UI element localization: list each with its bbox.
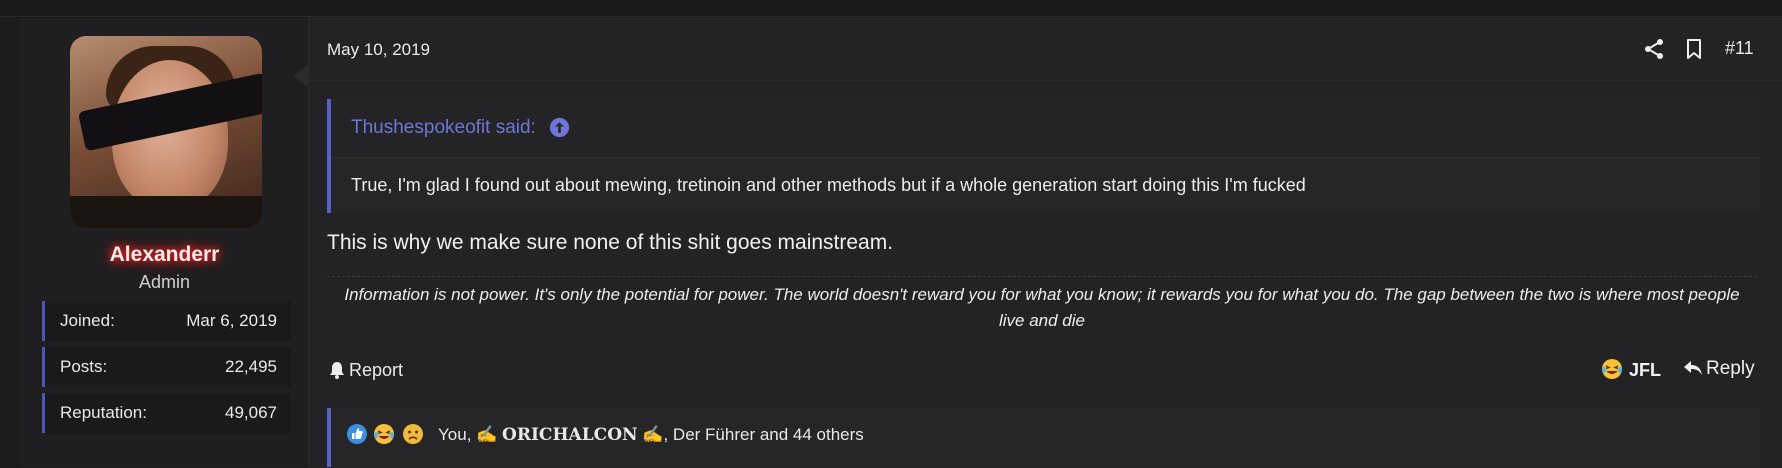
username[interactable]: Alexanderr [21, 243, 308, 267]
avatar-collar [70, 196, 262, 228]
reactor-name[interactable]: ORICHALCON [502, 425, 638, 445]
stat-value: 49,067 [225, 403, 277, 422]
quote-header: Thushespokeofit said: [331, 99, 1760, 158]
post-message: This is why we make sure none of this sh… [327, 231, 894, 254]
reactions-you: You, [438, 425, 477, 444]
signature-divider [327, 276, 1757, 277]
share-icon[interactable] [1642, 37, 1666, 61]
reply-arrow-icon [1684, 361, 1702, 375]
jfl-label: JFL [1629, 360, 1662, 380]
like-icon [347, 424, 367, 444]
sad-emoji-icon [403, 424, 423, 444]
user-title: Admin [138, 272, 191, 292]
bell-icon [330, 362, 344, 379]
stat-label: Joined: [60, 311, 115, 330]
arrow-up-circle-icon[interactable] [549, 117, 570, 138]
laughing-emoji-icon [374, 424, 394, 444]
writing-hand-icon: ✍ [476, 425, 498, 444]
jfl-reaction-button[interactable]: JFL [1601, 358, 1661, 381]
post-header [308, 18, 1782, 81]
writing-hand-icon: ✍ [642, 425, 664, 444]
stat-value: Mar 6, 2019 [186, 311, 277, 330]
signature: Information is not power. It's only the … [344, 285, 1740, 330]
quote-block: Thushespokeofit said: True, I'm glad I f… [327, 99, 1760, 213]
laughing-emoji-icon [1602, 359, 1622, 379]
reactions-bar[interactable]: You, ✍ ORICHALCON ✍, Der Führer and 44 o… [327, 408, 1760, 467]
stat-posts: Posts: 22,495 [42, 347, 291, 387]
quote-text: True, I'm glad I found out about mewing,… [351, 175, 1306, 195]
report-label: Report [349, 360, 404, 380]
stat-joined: Joined: Mar 6, 2019 [42, 301, 291, 341]
quote-author[interactable]: Thushespokeofit said: [351, 117, 536, 139]
reactions-summary[interactable]: You, ✍ ORICHALCON ✍, Der Führer and 44 o… [438, 425, 864, 445]
reply-button[interactable]: Reply [1683, 358, 1755, 380]
avatar[interactable] [70, 36, 262, 228]
post-number-link[interactable]: #11 [1725, 38, 1754, 59]
post-arrow [293, 64, 309, 88]
stat-reputation: Reputation: 49,067 [42, 393, 291, 433]
stat-label: Posts: [60, 357, 108, 376]
report-button[interactable]: Report [329, 360, 403, 381]
reactions-rest[interactable]: , Der Führer and 44 others [663, 425, 863, 444]
top-divider [0, 0, 1782, 17]
stat-value[interactable]: 22,495 [225, 357, 277, 377]
stat-label: Reputation: [60, 403, 147, 422]
reply-label: Reply [1706, 358, 1755, 379]
bookmark-icon[interactable] [1682, 37, 1706, 61]
post-date[interactable]: May 10, 2019 [327, 40, 430, 60]
